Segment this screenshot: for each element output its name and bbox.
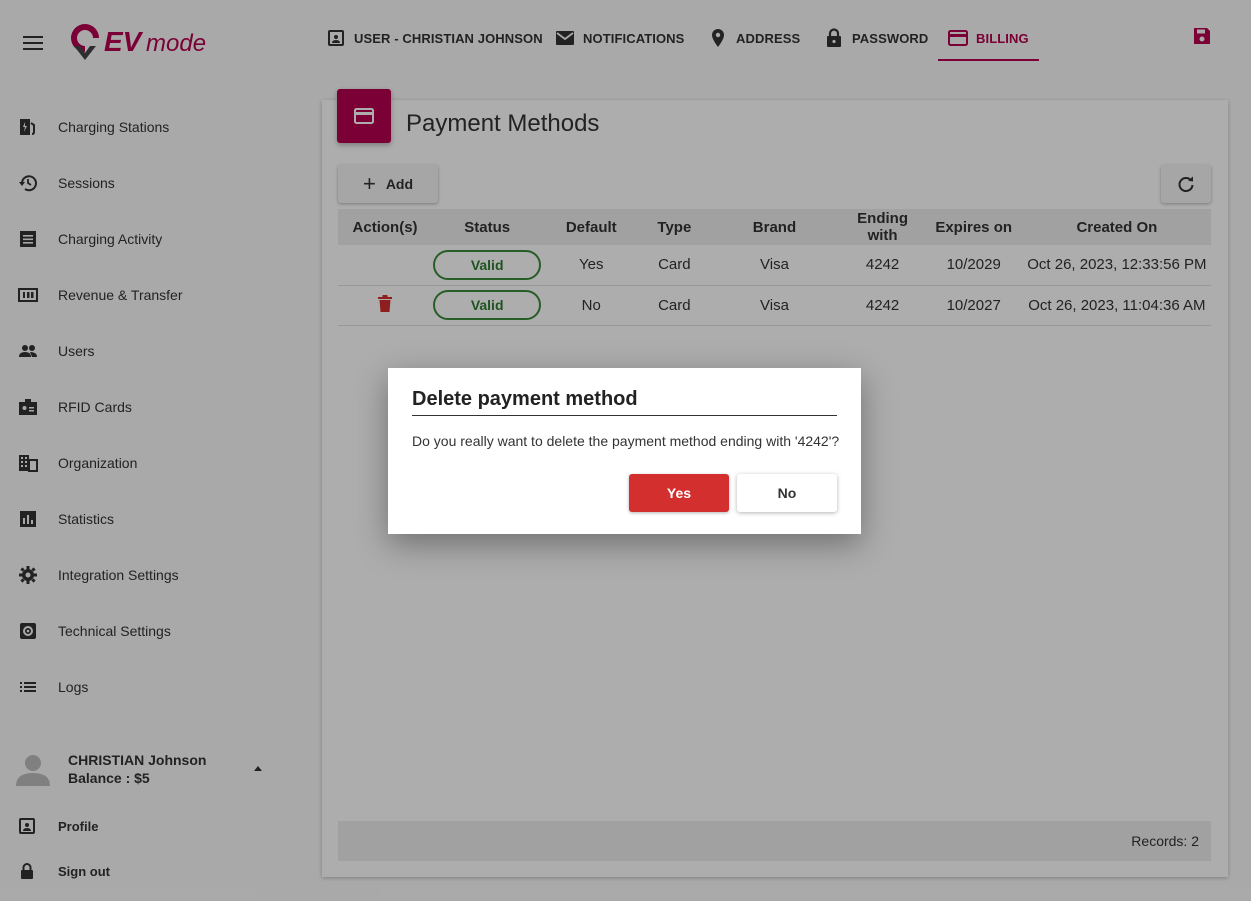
confirm-yes-button[interactable]: Yes xyxy=(629,474,729,512)
dialog-message: Do you really want to delete the payment… xyxy=(412,433,840,449)
dialog-title: Delete payment method xyxy=(412,388,837,416)
confirm-no-button[interactable]: No xyxy=(737,474,837,512)
delete-confirm-dialog: Delete payment method Do you really want… xyxy=(388,368,861,534)
